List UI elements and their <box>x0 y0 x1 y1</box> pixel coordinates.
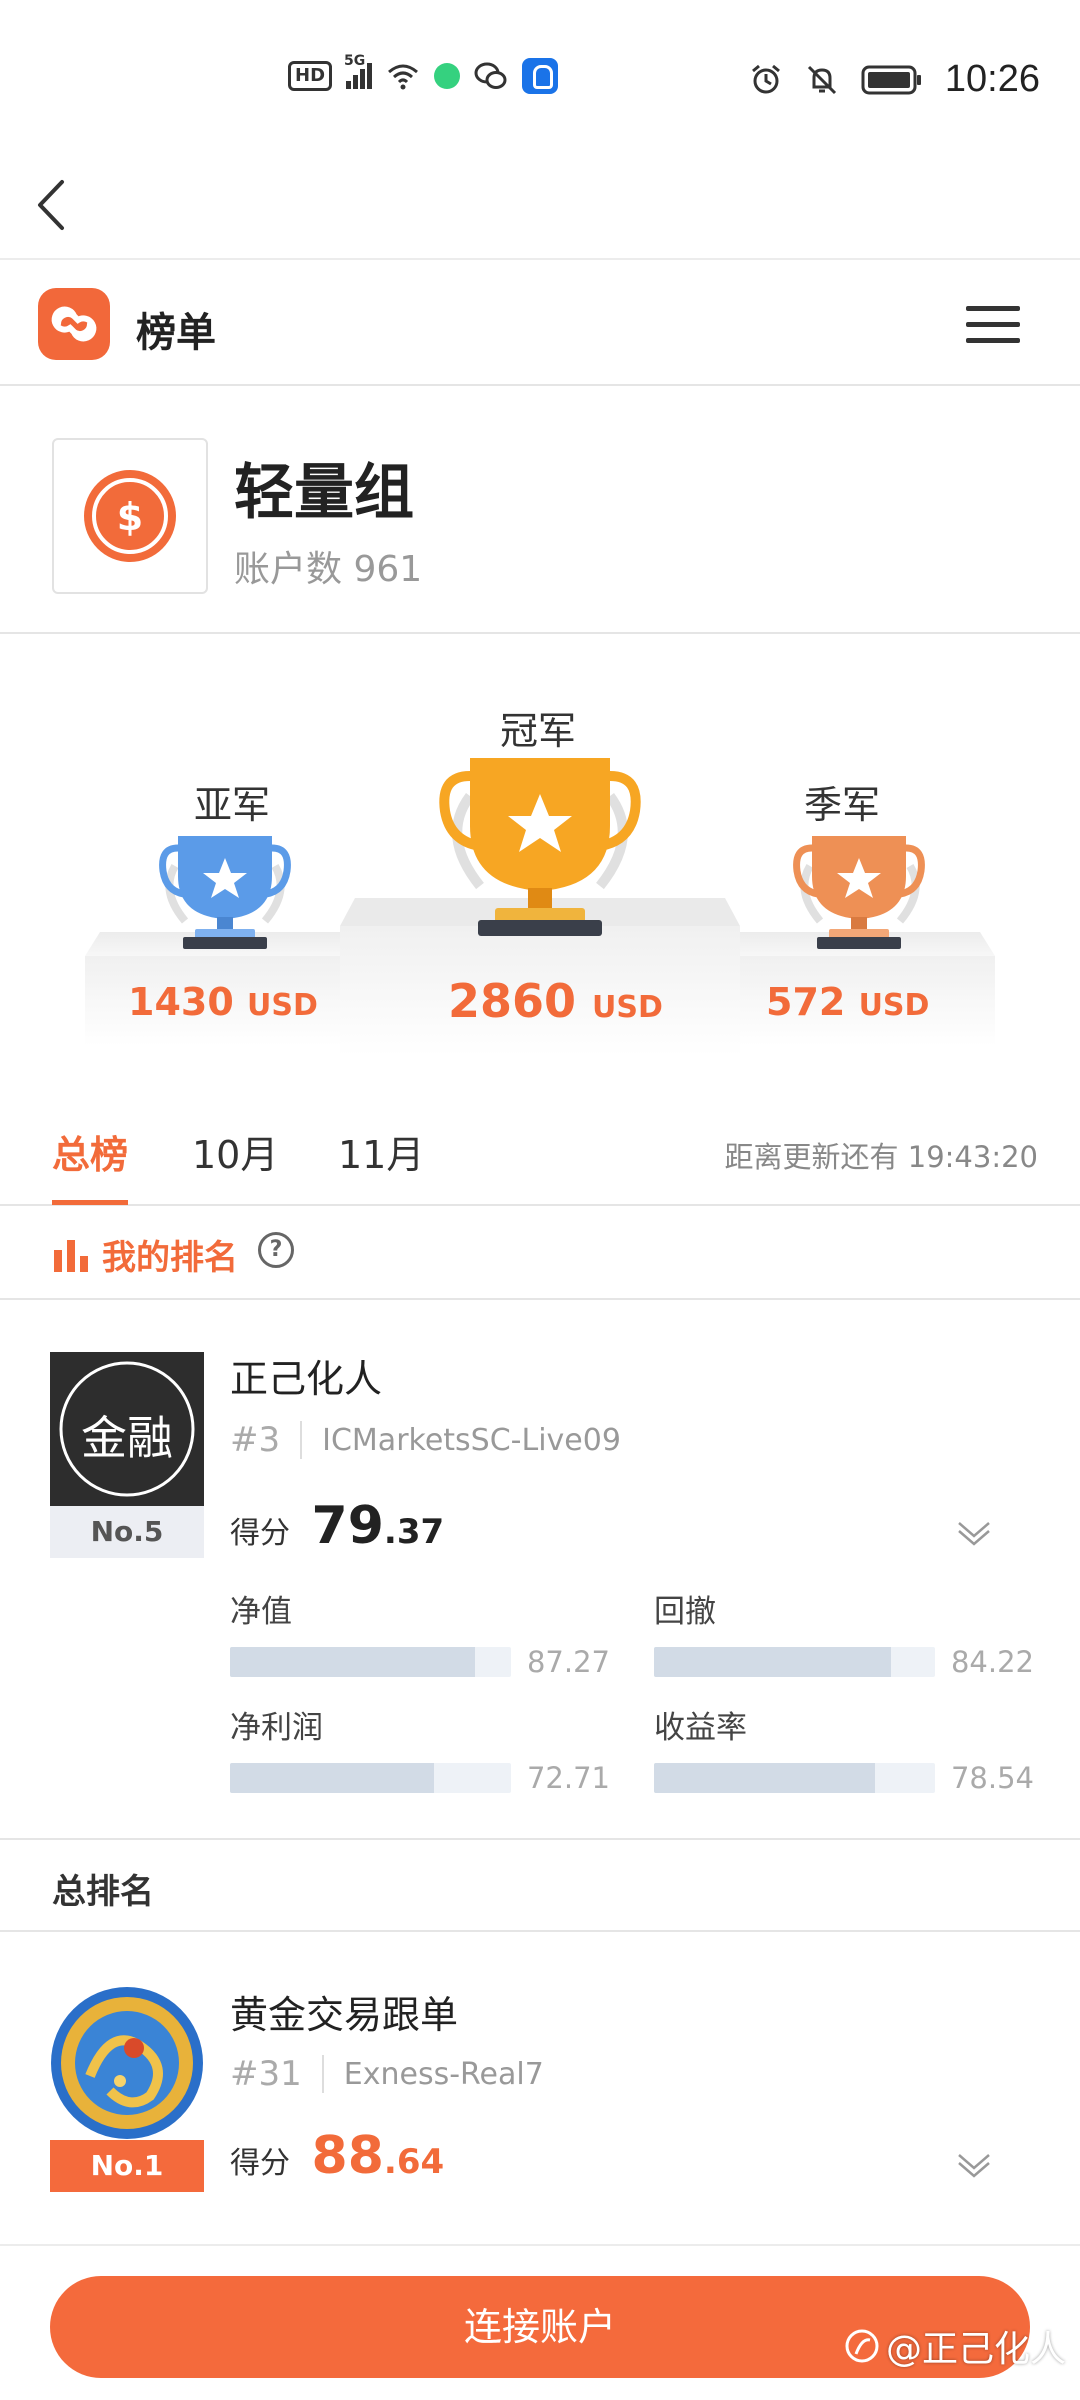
bar-chart-icon <box>54 1240 88 1272</box>
group-info: $ 轻量组 账户数 961 <box>0 388 1080 634</box>
period-tabs: 总榜 10月 11月 距离更新还有 19:43:20 <box>0 1094 1080 1206</box>
third-place-prize: 572 USD <box>766 980 929 1024</box>
my-score-int: 79 <box>311 1496 384 1556</box>
update-countdown: 距离更新还有 19:43:20 <box>724 1140 1038 1174</box>
metric-label: 回撤 <box>654 1594 716 1630</box>
metric-label: 收益率 <box>654 1710 747 1746</box>
chat-bubble-icon <box>434 63 461 89</box>
status-time: 10:26 <box>944 58 1040 100</box>
rank1-badge: No.1 <box>50 2140 204 2192</box>
my-rank-header: 我的排名 ? <box>0 1208 1080 1300</box>
metric-value: 78.54 <box>950 1761 1034 1795</box>
battery-icon <box>861 65 921 94</box>
avatar: 金融 <box>50 1352 204 1506</box>
app-logo-icon <box>38 288 110 360</box>
my-rank-title: 我的排名 <box>102 1238 238 1278</box>
rank1-score: 得分 88.64 <box>230 2126 444 2186</box>
third-place-label: 季军 <box>804 783 881 827</box>
divider <box>300 1421 303 1459</box>
metric-drawdown: 回撤 84.22 <box>654 1586 1034 1679</box>
watermark-logo-icon <box>845 2329 879 2363</box>
wechat-icon <box>474 62 507 89</box>
my-position: #3 <box>230 1420 281 1460</box>
status-bar: HD 5G 10:26 <box>0 0 1080 150</box>
my-rank-card[interactable]: 金融 No.5 正己化人 #3 ICMarketsSC-Live09 得分 79… <box>0 1302 1080 1838</box>
my-avatar-box: 金融 No.5 <box>50 1352 204 1558</box>
metric-bar <box>230 1647 511 1677</box>
chevron-down-icon[interactable] <box>956 2152 992 2178</box>
second-prize-amount: 1430 <box>128 980 234 1024</box>
alarm-icon <box>751 64 780 93</box>
status-icons-left: HD 5G <box>288 53 559 94</box>
metric-net-profit: 净利润 72.71 <box>230 1702 610 1795</box>
status-icons-right: 10:26 <box>749 58 1040 101</box>
rank1-position-line: #31 Exness-Real7 <box>230 2054 544 2094</box>
metric-value: 87.27 <box>526 1645 610 1679</box>
my-name: 正己化人 <box>230 1357 383 1401</box>
bulb-app-icon <box>522 58 559 94</box>
podium: 亚军 冠军 季军 1430 USD 2860 USD 572 USD <box>0 636 1080 1066</box>
rank1-position: #31 <box>230 2054 302 2094</box>
dollar-coin-icon: $ <box>52 438 208 594</box>
dragon-avatar <box>50 1986 204 2140</box>
my-position-line: #3 ICMarketsSC-Live09 <box>230 1420 621 1460</box>
metric-bar <box>654 1647 935 1677</box>
rank1-score-label: 得分 <box>230 2146 290 2181</box>
third-prize-unit: USD <box>858 988 930 1023</box>
group-name: 轻量组 <box>234 458 414 528</box>
avatar-text: 金融 <box>81 1411 173 1465</box>
menu-icon[interactable] <box>966 306 1020 346</box>
help-icon[interactable]: ? <box>258 1232 294 1268</box>
second-prize-unit: USD <box>247 988 318 1023</box>
rank-list-item[interactable]: No.1 黄金交易跟单 #31 Exness-Real7 得分 88.64 <box>0 1934 1080 2244</box>
app-header: 榜单 <box>0 262 1080 386</box>
rank1-server: Exness-Real7 <box>343 2056 544 2092</box>
signal-icon: 5G <box>344 53 373 89</box>
hd-icon: HD <box>288 61 333 91</box>
watermark-text: @正己化人 <box>885 2329 1066 2370</box>
tab-overall[interactable]: 总榜 <box>52 1124 128 1179</box>
svg-text:$: $ <box>117 495 143 539</box>
my-score: 得分 79.37 <box>230 1496 444 1556</box>
total-rank-title: 总排名 <box>52 1872 154 1912</box>
signal-label: 5G <box>344 53 366 69</box>
metric-label: 净值 <box>230 1594 292 1630</box>
first-prize-amount: 2860 <box>448 974 577 1028</box>
tab-october[interactable]: 10月 <box>192 1124 278 1179</box>
second-place-label: 亚军 <box>194 783 271 827</box>
metric-value: 72.71 <box>526 1761 610 1795</box>
mute-icon <box>807 65 836 94</box>
wifi-icon <box>388 64 418 90</box>
account-count: 账户数 961 <box>234 549 423 590</box>
first-place-prize: 2860 USD <box>448 974 663 1028</box>
first-prize-unit: USD <box>592 990 663 1025</box>
my-server: ICMarketsSC-Live09 <box>322 1422 621 1458</box>
active-tab-indicator <box>52 1200 128 1205</box>
rank1-avatar-box: No.1 <box>50 1986 204 2192</box>
chevron-down-icon[interactable] <box>956 1520 992 1546</box>
metric-bar <box>230 1763 511 1793</box>
divider <box>321 2055 324 2093</box>
metric-equity: 净值 87.27 <box>230 1586 610 1679</box>
metric-value: 84.22 <box>950 1645 1034 1679</box>
watermark: @正己化人 <box>844 2320 1066 2372</box>
rank1-score-int: 88 <box>311 2126 384 2186</box>
third-prize-amount: 572 <box>766 980 846 1024</box>
metric-label: 净利润 <box>230 1710 323 1746</box>
my-score-label: 得分 <box>230 1516 290 1551</box>
nav-bar <box>0 150 1080 260</box>
my-rank-badge: No.5 <box>50 1506 204 1558</box>
rank1-name: 黄金交易跟单 <box>230 1993 459 2037</box>
page-title: 榜单 <box>136 310 216 356</box>
second-place-prize: 1430 USD <box>128 980 318 1024</box>
metric-return-rate: 收益率 78.54 <box>654 1702 1034 1795</box>
total-rank-header: 总排名 <box>0 1838 1080 1932</box>
back-arrow-icon[interactable] <box>32 172 92 238</box>
bottom-bar: 连接账户 @正己化人 <box>0 2244 1080 2400</box>
my-score-dec: .37 <box>383 1512 445 1552</box>
rank1-score-dec: .64 <box>383 2142 445 2182</box>
tab-november[interactable]: 11月 <box>338 1124 424 1179</box>
metric-bar <box>654 1763 935 1793</box>
first-place-label: 冠军 <box>500 709 577 753</box>
